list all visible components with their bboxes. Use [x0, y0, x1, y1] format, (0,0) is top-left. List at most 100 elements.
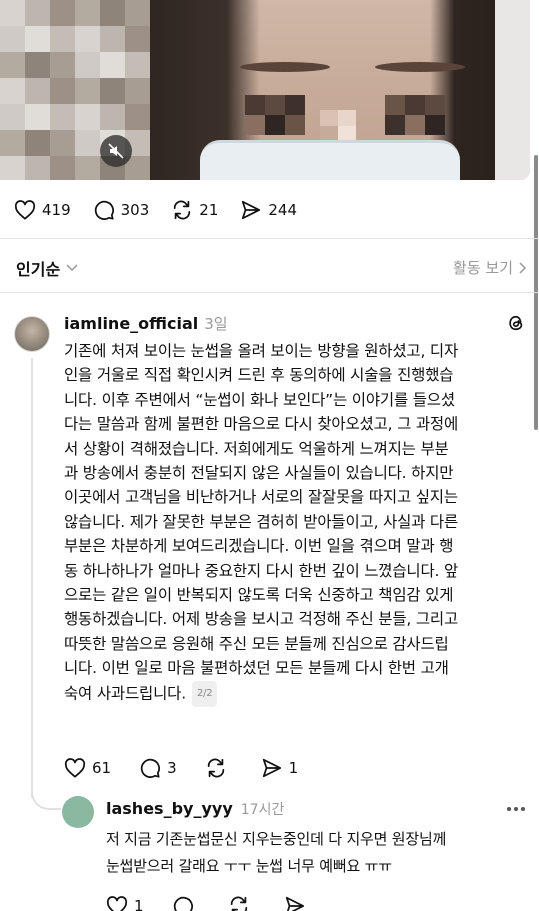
pixel-block [25, 78, 50, 104]
nested-like-button[interactable]: 1 [106, 896, 144, 911]
reply-action-bar: 61 3 1 [64, 756, 326, 780]
pixel-block [425, 115, 445, 135]
pixel-block [425, 95, 445, 115]
send-icon [285, 896, 304, 911]
pixel-block [75, 78, 100, 104]
nested-username[interactable]: lashes_by_yyy [106, 799, 233, 818]
pixel-block [125, 26, 150, 52]
page-indicator-badge: 2/2 [191, 680, 218, 708]
share-button[interactable]: 244 [240, 199, 297, 221]
reply-like-button[interactable]: 61 [64, 758, 111, 778]
nested-comment-button[interactable] [172, 895, 200, 911]
comment-icon [94, 200, 114, 220]
pixel-block [405, 115, 425, 135]
like-button[interactable]: 419 [14, 200, 71, 220]
reply-header: iamline_official 3일 [64, 313, 228, 334]
divider [0, 238, 539, 239]
reply-text-last-line: 숙여 사과드립니다. 2/2 [64, 680, 526, 708]
right-eyebrow [375, 62, 465, 72]
pixel-block [75, 104, 100, 130]
view-activity-link[interactable]: 활동 보기 [453, 257, 527, 278]
share-count: 244 [268, 201, 298, 219]
pixel-block [100, 52, 125, 78]
reply-time: 3일 [204, 315, 228, 333]
reply-text-line: 않습니다. 제가 잘못한 부분은 겸허히 받아들이고, 사실과 다른 [64, 512, 459, 531]
reply-like-count: 61 [92, 759, 112, 777]
reply-text-line: 니다. 이번 일로 마음 불편하셨던 모든 분들께 다시 한번 고개 [64, 659, 449, 678]
pixel-block [50, 26, 75, 52]
reply-share-count: 1 [288, 759, 299, 777]
pixel-block [0, 104, 25, 130]
reply-text-line: 동 하나하나가 얼마나 중요한지 다시 한번 깊이 느꼈습니다. 앞 [64, 561, 459, 580]
more-options-icon[interactable] [506, 806, 526, 812]
pixel-block [50, 0, 75, 26]
thread-connector [31, 780, 61, 810]
avatar[interactable] [14, 316, 50, 352]
sort-dropdown[interactable]: 인기순 [16, 256, 78, 280]
reply-share-button[interactable]: 1 [261, 757, 299, 779]
pixel-block [25, 156, 50, 180]
reply-comment-button[interactable]: 3 [139, 757, 177, 779]
reply-text-line: 과 방송에서 충분히 전달되지 않은 사실들이 있습니다. 하지만 [64, 464, 454, 483]
pixel-block [75, 156, 100, 180]
photo-background-right [495, 0, 530, 180]
pixel-block [100, 78, 125, 104]
pixel-block [125, 78, 150, 104]
reply-text-line: 따뜻한 말씀으로 응원해 주신 모든 분들께 진심으로 감사드립 [64, 634, 449, 653]
pixel-block [245, 95, 265, 115]
comment-icon [173, 896, 193, 911]
nested-action-bar: 1 [106, 895, 340, 911]
pixel-block [125, 104, 150, 130]
pixel-block [385, 115, 405, 135]
comment-icon [140, 758, 161, 778]
pixel-block [285, 115, 305, 135]
speaker-muted-icon [108, 143, 124, 159]
repost-count: 21 [199, 201, 219, 219]
scrollbar-track[interactable] [534, 0, 539, 911]
nested-like-count: 1 [134, 897, 144, 911]
repost-icon [230, 896, 247, 911]
pixel-block [0, 156, 25, 180]
pixel-block [0, 0, 25, 26]
pixel-block [50, 130, 75, 156]
thread-line [31, 358, 33, 798]
repost-button[interactable]: 21 [171, 199, 218, 221]
pixel-block [245, 115, 265, 135]
like-count: 419 [42, 201, 71, 219]
comment-count: 303 [120, 201, 150, 219]
pixel-block [0, 52, 25, 78]
reply-username[interactable]: iamline_official [64, 314, 198, 333]
comment-button[interactable]: 303 [93, 199, 150, 221]
reply-text-line: 인을 거울로 직접 확인시켜 드린 후 동의하에 시술을 진행했습 [64, 366, 454, 385]
send-icon [262, 758, 281, 778]
pixel-block [75, 52, 100, 78]
reply-text: 기존에 처져 보이는 눈썹을 올려 보이는 방향을 원하셨고, 디자인을 거울로… [64, 339, 526, 708]
nested-reply-text: 저 지금 기존눈썹문신 지우는중인데 다 지우면 원장님께 눈썹받으러 갈래요 ㅜ… [106, 826, 526, 880]
mute-button[interactable] [100, 135, 132, 167]
post-media[interactable] [0, 0, 530, 180]
nested-share-button[interactable] [284, 895, 312, 911]
reply-repost-button[interactable] [205, 757, 233, 779]
pixel-block [75, 26, 100, 52]
reply-text-line: 으로는 같은 일이 반복되지 않도록 더욱 신중하고 책임감 있게 [64, 586, 454, 605]
pixel-block [265, 115, 285, 135]
pixel-block [50, 78, 75, 104]
pixel-block [100, 26, 125, 52]
heart-icon [64, 758, 86, 778]
pixel-block [75, 0, 100, 26]
pixel-block [75, 130, 100, 156]
pixel-block [25, 0, 50, 26]
pixel-block [125, 52, 150, 78]
nested-avatar[interactable] [62, 796, 94, 828]
send-icon [242, 200, 261, 220]
pixel-block [50, 52, 75, 78]
sort-label: 인기순 [16, 260, 61, 279]
pixel-block [265, 95, 285, 115]
reply-text-line: 기존에 처져 보이는 눈썹을 올려 보이는 방향을 원하셨고, 디자 [64, 342, 459, 360]
reply-text-line: 행동하겠습니다. 어제 방송을 보시고 걱정해 주신 분들, 그리고 [64, 610, 459, 629]
nested-text-line: 저 지금 기존눈썹문신 지우는중인데 다 지우면 원장님께 [106, 830, 447, 848]
nested-reply-header: lashes_by_yyy 17시간 [106, 799, 284, 819]
nested-repost-button[interactable] [228, 895, 256, 911]
left-eyebrow [240, 62, 330, 72]
pixel-block [385, 95, 405, 115]
